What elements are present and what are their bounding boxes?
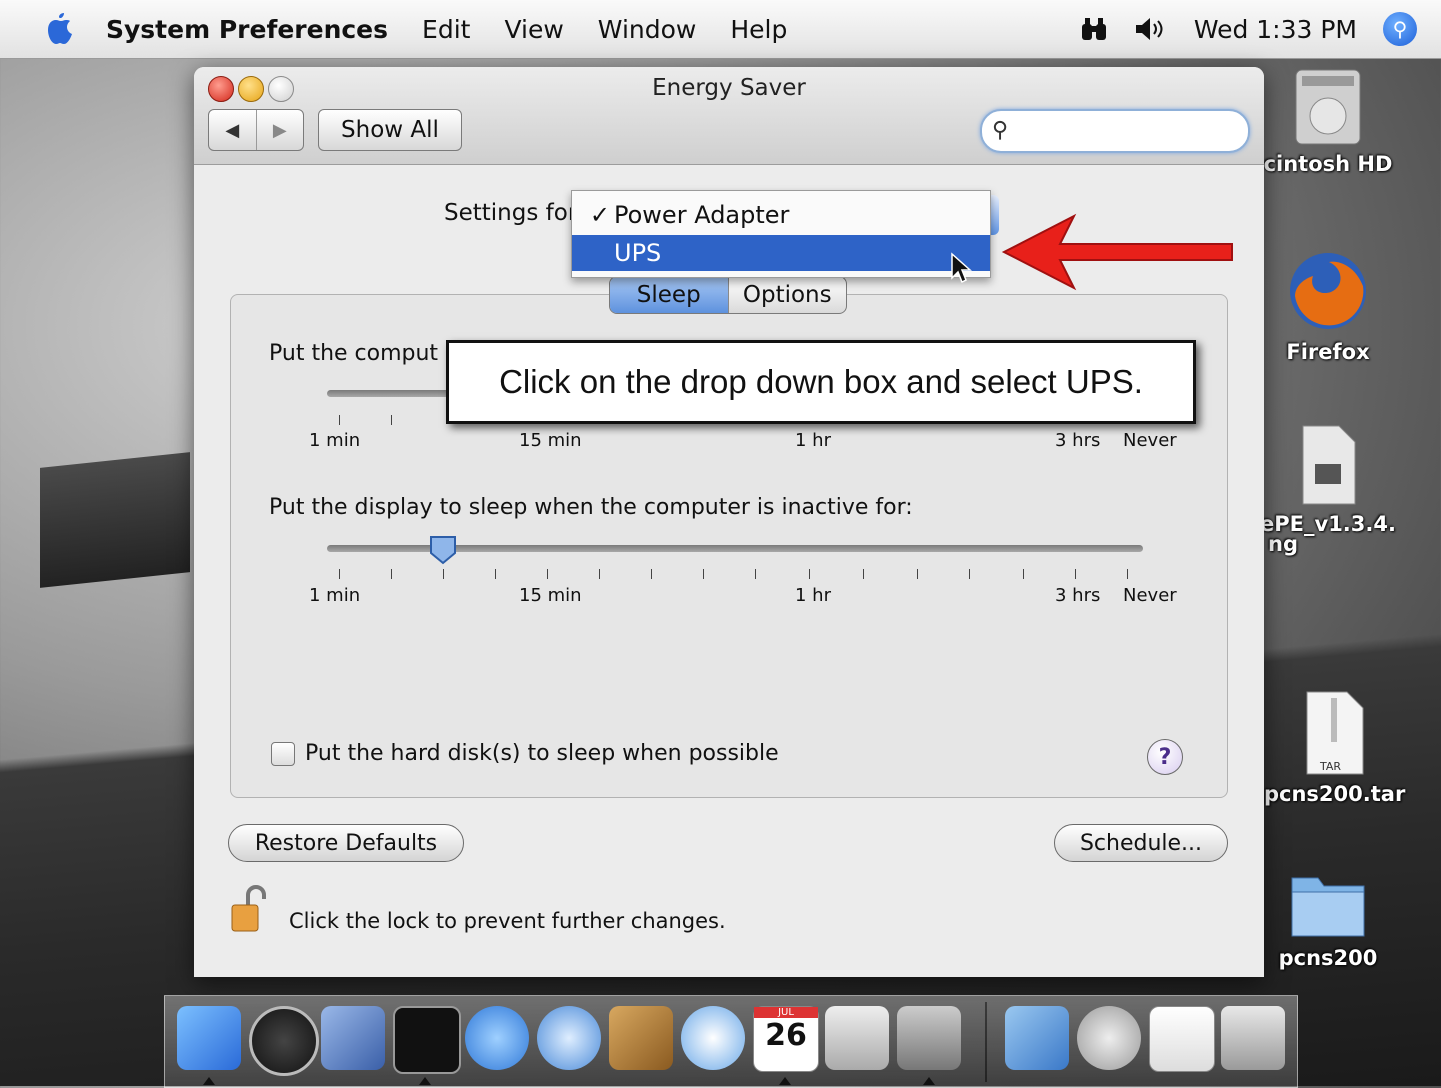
search-icon: ⚲ [992, 118, 1009, 143]
spotlight-icon[interactable]: ⚲ [1383, 12, 1417, 46]
ical-day: 26 [765, 1018, 807, 1053]
menu-help[interactable]: Help [730, 15, 787, 44]
menu-view[interactable]: View [504, 15, 563, 44]
desktop-icon-folder[interactable]: pcns200 [1258, 858, 1398, 970]
folder-label: pcns200 [1278, 946, 1378, 970]
tick-label: 1 min [309, 430, 361, 451]
display-sleep-thumb[interactable] [429, 535, 457, 565]
mail-icon[interactable] [321, 1006, 385, 1070]
window-title: Energy Saver [652, 75, 806, 101]
tick-label: 15 min [519, 585, 582, 606]
dock-separator [985, 1002, 987, 1082]
lock-icon[interactable] [230, 885, 266, 935]
settings-dropdown-menu[interactable]: ✓ Power Adapter UPS [571, 190, 991, 278]
desktop-rock [40, 452, 190, 588]
red-arrow-icon [1001, 213, 1233, 291]
ical-icon[interactable]: JUL 26 [753, 1006, 819, 1072]
tick-label: 1 hr [795, 430, 831, 451]
search-field[interactable]: ⚲ [980, 109, 1250, 153]
tab-control: Sleep Options [609, 276, 847, 314]
window-titlebar: Energy Saver ◀ ▶ Show All ⚲ [194, 67, 1264, 165]
trash-icon[interactable] [1221, 1006, 1285, 1070]
display-sleep-ticks [327, 569, 1143, 581]
applications-folder-icon[interactable] [1005, 1006, 1069, 1070]
instruction-callout: Click on the drop down box and select UP… [446, 340, 1196, 424]
tar-badge: TAR [1320, 760, 1342, 773]
desktop-icon-hard-drive[interactable]: cintosh HD [1258, 66, 1398, 176]
menu-window[interactable]: Window [598, 15, 697, 44]
tab-sleep[interactable]: Sleep [610, 277, 728, 313]
desktop-icon-tar[interactable]: TAR pcns200.tar [1264, 690, 1406, 806]
dropdown-option-ups[interactable]: UPS [572, 235, 990, 271]
tick-label: 3 hrs [1055, 430, 1101, 451]
mail-folder-icon[interactable] [1077, 1006, 1141, 1070]
search-input[interactable] [1018, 115, 1232, 147]
apple-menu-icon[interactable] [44, 12, 76, 46]
schedule-button[interactable]: Schedule... [1054, 824, 1228, 862]
checkmark-icon: ✓ [589, 201, 610, 229]
tick-label: 1 hr [795, 585, 831, 606]
document-icon [1302, 425, 1356, 505]
hard-disk-sleep-checkbox[interactable] [271, 741, 295, 766]
restore-defaults-button[interactable]: Restore Defaults [228, 824, 464, 862]
itunes-icon[interactable] [681, 1006, 745, 1070]
firefox-label: Firefox [1286, 340, 1370, 364]
system-preferences-icon[interactable] [897, 1006, 961, 1070]
menu-clock[interactable]: Wed 1:33 PM [1194, 15, 1357, 44]
mouse-pointer-icon [951, 252, 972, 284]
volume-icon[interactable] [1134, 15, 1168, 43]
hard-drive-label: cintosh HD [1263, 152, 1393, 176]
desktop-icon-document[interactable]: ePE_v1.3.4. ng [1258, 424, 1398, 556]
tick-label: 3 hrs [1055, 585, 1101, 606]
hard-drive-icon [1295, 69, 1361, 145]
dropdown-option-power-adapter[interactable]: ✓ Power Adapter [572, 197, 990, 233]
show-all-button[interactable]: Show All [318, 109, 462, 151]
option-label: UPS [614, 239, 662, 267]
tick-label: 1 min [309, 585, 361, 606]
tar-label: pcns200.tar [1264, 782, 1406, 806]
menu-edit[interactable]: Edit [422, 15, 470, 44]
preview-icon[interactable] [825, 1006, 889, 1070]
desktop-icon-firefox[interactable]: Firefox [1258, 246, 1398, 364]
documents-icon[interactable] [1149, 1006, 1215, 1072]
lock-text: Click the lock to prevent further change… [289, 909, 726, 933]
address-book-icon[interactable] [609, 1006, 673, 1070]
ichat-icon[interactable] [465, 1006, 529, 1070]
tick-label: Never [1123, 430, 1177, 451]
forward-arrow-icon[interactable]: ▶ [255, 110, 304, 150]
energy-saver-window: Energy Saver ◀ ▶ Show All ⚲ Settings for… [194, 67, 1264, 977]
ical-month: JUL [754, 1007, 818, 1018]
tab-options[interactable]: Options [727, 277, 847, 313]
menu-app-name[interactable]: System Preferences [106, 15, 388, 44]
folder-icon [1291, 877, 1365, 937]
menu-bar: System Preferences Edit View Window Help… [0, 0, 1441, 59]
display-sleep-label: Put the display to sleep when the comput… [269, 495, 913, 520]
finder-icon[interactable] [177, 1006, 241, 1070]
tick-label: Never [1123, 585, 1177, 606]
back-forward-control[interactable]: ◀ ▶ [208, 109, 304, 151]
option-label: Power Adapter [614, 201, 790, 229]
tick-label: 15 min [519, 430, 582, 451]
hard-disk-sleep-row[interactable]: Put the hard disk(s) to sleep when possi… [271, 741, 779, 766]
hard-disk-sleep-label: Put the hard disk(s) to sleep when possi… [305, 741, 779, 766]
settings-for-label: Settings for [444, 200, 578, 226]
dashboard-icon[interactable] [249, 1006, 319, 1076]
dock: JUL 26 [164, 995, 1298, 1088]
terminal-icon[interactable] [393, 1006, 461, 1074]
firefox-icon [1290, 253, 1366, 329]
safari-icon[interactable] [537, 1006, 601, 1070]
binoculars-icon[interactable] [1080, 16, 1108, 42]
help-button[interactable]: ? [1147, 739, 1183, 775]
back-arrow-icon[interactable]: ◀ [209, 110, 256, 150]
computer-sleep-label: Put the comput [269, 341, 439, 366]
